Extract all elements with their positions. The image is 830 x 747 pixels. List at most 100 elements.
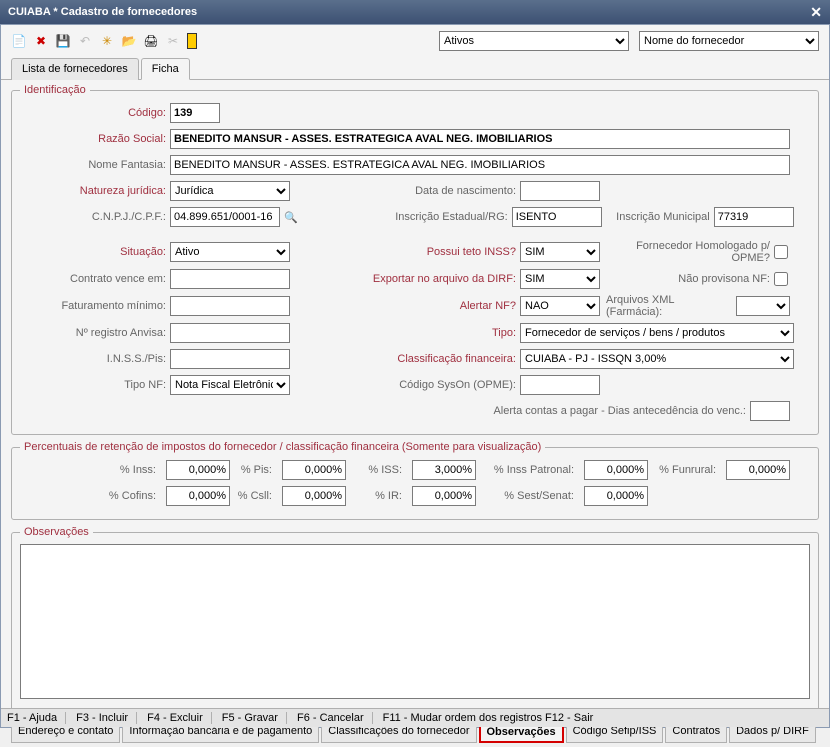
razao-label: Razão Social:: [20, 133, 170, 145]
anvisa-label: Nº registro Anvisa:: [20, 327, 170, 339]
anvisa-input[interactable]: [170, 323, 290, 343]
top-tabs: Lista de fornecedores Ficha: [1, 57, 829, 80]
legend-percentuais: Percentuais de retenção de impostos do f…: [20, 441, 545, 453]
xml-farm-label: Arquivos XML (Farmácia):: [600, 294, 736, 318]
pct-inss-input: [166, 460, 230, 480]
pct-inss-pat-input: [584, 460, 648, 480]
legend-observacoes: Observações: [20, 526, 93, 538]
dirf-select[interactable]: SIM: [520, 269, 600, 289]
toolbar: 📄 ✖ 💾 ↶ ✳ 📂 🖨 ✂ Ativos Nome do fornecedo…: [1, 25, 829, 57]
xml-farm-select[interactable]: [736, 296, 790, 316]
codigo-input[interactable]: [170, 103, 220, 123]
pct-pis-label: % Pis:: [236, 464, 276, 476]
pct-sest-input: [584, 486, 648, 506]
fantasia-input[interactable]: [170, 155, 790, 175]
scissors-icon[interactable]: ✂: [165, 33, 181, 49]
pct-cofins-label: % Cofins:: [20, 490, 160, 502]
status-f1: F1 - Ajuda: [7, 712, 66, 724]
alertar-nf-select[interactable]: NAO: [520, 296, 600, 316]
print-icon[interactable]: 🖨: [143, 33, 159, 49]
delete-icon[interactable]: ✖: [33, 33, 49, 49]
bug-icon[interactable]: ✳: [99, 33, 115, 49]
status-f6: F6 - Cancelar: [297, 712, 373, 724]
form-area: Identificação Código: Razão Social: Nome…: [1, 80, 829, 721]
situacao-label: Situação:: [20, 246, 170, 258]
tab-ficha[interactable]: Ficha: [141, 58, 190, 80]
nascimento-label: Data de nascimento:: [290, 185, 520, 197]
save-icon[interactable]: 💾: [55, 33, 71, 49]
fieldset-percentuais: Percentuais de retenção de impostos do f…: [11, 441, 819, 520]
cnpj-input[interactable]: [170, 207, 280, 227]
natureza-label: Natureza jurídica:: [20, 185, 170, 197]
undo-icon[interactable]: ↶: [77, 33, 93, 49]
legend-identificacao: Identificação: [20, 84, 90, 96]
tipo-select[interactable]: Fornecedor de serviços / bens / produtos: [520, 323, 794, 343]
new-icon[interactable]: 📄: [11, 33, 27, 49]
insc-est-input[interactable]: [512, 207, 602, 227]
pct-ir-label: % IR:: [352, 490, 406, 502]
inss-pis-label: I.N.S.S./Pis:: [20, 353, 170, 365]
pct-ir-input: [412, 486, 476, 506]
folder-icon[interactable]: 📂: [121, 33, 137, 49]
window-body: 📄 ✖ 💾 ↶ ✳ 📂 🖨 ✂ Ativos Nome do fornecedo…: [0, 24, 830, 728]
pct-inss-label: % Inss:: [20, 464, 160, 476]
situacao-select[interactable]: Ativo: [170, 242, 290, 262]
observacoes-textarea[interactable]: [20, 544, 810, 699]
provisiona-label: Não provisona NF:: [600, 273, 774, 285]
homolog-checkbox[interactable]: [774, 245, 788, 259]
syson-label: Código SysOn (OPME):: [290, 379, 520, 391]
pct-csll-input: [282, 486, 346, 506]
pct-funrural-label: % Funrural:: [654, 464, 720, 476]
title-bar: CUIABA * Cadastro de fornecedores ✕: [0, 0, 830, 24]
dirf-label: Exportar no arquivo da DIRF:: [290, 273, 520, 285]
pct-inss-pat-label: % Inss Patronal:: [482, 464, 578, 476]
close-icon[interactable]: ✕: [810, 4, 822, 21]
contrato-input[interactable]: [170, 269, 290, 289]
codigo-label: Código:: [20, 107, 170, 119]
sort-filter-select[interactable]: Nome do fornecedor: [639, 31, 819, 51]
cnpj-label: C.N.P.J./C.P.F.:: [20, 211, 170, 223]
pct-csll-label: % Csll:: [236, 490, 276, 502]
tipo-nf-label: Tipo NF:: [20, 379, 170, 391]
contrato-label: Contrato vence em:: [20, 273, 170, 285]
natureza-select[interactable]: Jurídica: [170, 181, 290, 201]
class-fin-select[interactable]: CUIABA - PJ - ISSQN 3,00%: [520, 349, 794, 369]
fantasia-label: Nome Fantasia:: [20, 159, 170, 171]
teto-inss-label: Possui teto INSS?: [290, 246, 520, 258]
status-f3: F3 - Incluir: [76, 712, 137, 724]
alerta-contas-label: Alerta contas a pagar - Dias antecedênci…: [290, 405, 750, 417]
status-f4: F4 - Excluir: [147, 712, 212, 724]
tipo-nf-select[interactable]: Nota Fiscal Eletrônic: [170, 375, 290, 395]
class-fin-label: Classificação financeira:: [290, 353, 520, 365]
pct-cofins-input: [166, 486, 230, 506]
insc-mun-label: Inscrição Municipal: [602, 211, 714, 223]
status-f5: F5 - Gravar: [222, 712, 287, 724]
provisiona-checkbox[interactable]: [774, 272, 788, 286]
inss-pis-input[interactable]: [170, 349, 290, 369]
tab-lista[interactable]: Lista de fornecedores: [11, 58, 139, 80]
pct-iss-label: % ISS:: [352, 464, 406, 476]
faturamento-label: Faturamento mínimo:: [20, 300, 170, 312]
pct-pis-input: [282, 460, 346, 480]
status-bar: F1 - Ajuda F3 - Incluir F4 - Excluir F5 …: [1, 708, 829, 727]
fieldset-identificacao: Identificação Código: Razão Social: Nome…: [11, 84, 819, 435]
tipo-label: Tipo:: [290, 327, 520, 339]
pct-iss-input: [412, 460, 476, 480]
razao-input[interactable]: [170, 129, 790, 149]
window-title: CUIABA * Cadastro de fornecedores: [8, 6, 197, 18]
teto-inss-select[interactable]: SIM: [520, 242, 600, 262]
status-f11: F11 - Mudar ordem dos registros F12 - Sa…: [383, 712, 602, 724]
search-cnpj-icon[interactable]: 🔍: [284, 211, 298, 224]
pct-funrural-input: [726, 460, 790, 480]
faturamento-input[interactable]: [170, 296, 290, 316]
pct-sest-label: % Sest/Senat:: [482, 490, 578, 502]
status-filter-select[interactable]: Ativos: [439, 31, 629, 51]
exit-icon[interactable]: [187, 33, 197, 49]
insc-mun-input[interactable]: [714, 207, 794, 227]
alertar-nf-label: Alertar NF?: [290, 300, 520, 312]
syson-input[interactable]: [520, 375, 600, 395]
homolog-label: Fornecedor Homologado p/ OPME?: [600, 240, 774, 264]
alerta-contas-input[interactable]: [750, 401, 790, 421]
insc-est-label: Inscrição Estadual/RG:: [302, 211, 512, 223]
nascimento-input[interactable]: [520, 181, 600, 201]
